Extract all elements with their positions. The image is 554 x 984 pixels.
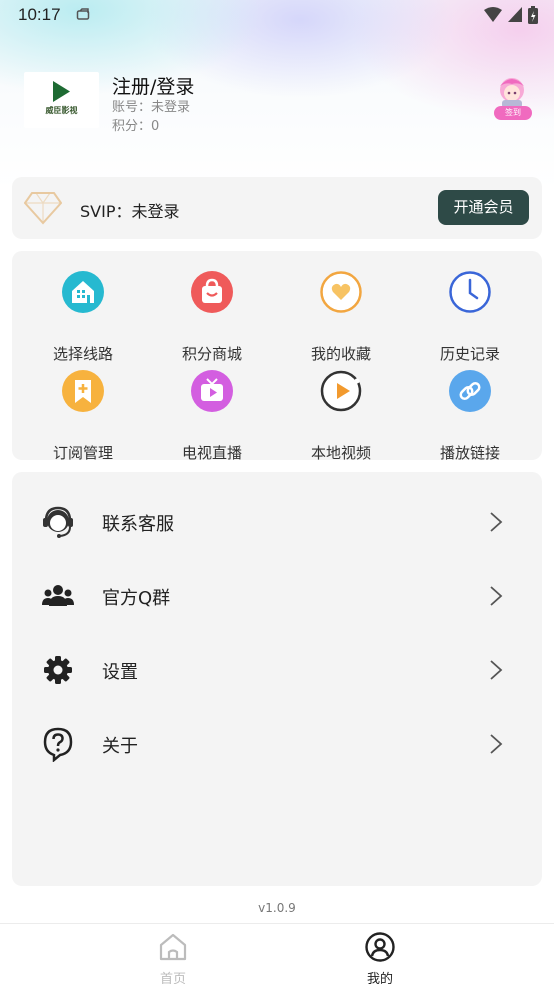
tab-mine[interactable]: 我的 [340, 930, 420, 984]
mascot-icon [500, 78, 524, 108]
status-time: 10:17 [18, 5, 61, 24]
settings-list: 联系客服 官方Q群 设置 关于 [12, 472, 542, 886]
login-link[interactable]: 注册/登录 [112, 72, 194, 99]
gear-icon [44, 656, 72, 684]
bookmark-plus-icon [62, 370, 104, 412]
play-circle-icon [320, 370, 362, 412]
play-logo-icon [53, 81, 70, 102]
chevron-right-icon [490, 512, 503, 532]
tv-icon [191, 370, 233, 412]
svip-card: SVIP：未登录 开通会员 [12, 177, 542, 239]
account-text: 账号：未登录 [112, 100, 191, 115]
chevron-right-icon [490, 660, 503, 680]
profile-header[interactable]: 威臣影视 注册/登录 账号：未登录 积分：0 签到 [24, 72, 534, 134]
grid-item-favorites[interactable]: 我的收藏 [281, 271, 401, 363]
grid-item-history[interactable]: 历史记录 [410, 271, 530, 363]
grid-item-subscriptions[interactable]: 订阅管理 [23, 370, 143, 462]
status-bar: 10:17 [0, 0, 554, 32]
diamond-icon [24, 192, 62, 225]
app-logo: 威臣影视 [24, 72, 99, 128]
chevron-right-icon [490, 586, 503, 606]
heart-icon [320, 271, 362, 313]
battery-icon [528, 6, 538, 24]
grid-item-shop[interactable]: 积分商城 [152, 271, 272, 363]
grid-item-route[interactable]: 选择线路 [23, 271, 143, 363]
menu-item-settings[interactable]: 设置 [12, 640, 542, 700]
wifi-icon [484, 7, 502, 22]
question-icon [43, 727, 73, 762]
open-membership-button[interactable]: 开通会员 [438, 190, 529, 225]
menu-item-about[interactable]: 关于 [12, 714, 542, 774]
sign-in-button[interactable]: 签到 [490, 74, 534, 124]
profile-icon [365, 932, 395, 962]
grid-item-play-link[interactable]: 播放链接 [410, 370, 530, 462]
bottom-nav: 首页 我的 [0, 923, 554, 984]
menu-item-customer-service[interactable]: 联系客服 [12, 492, 542, 552]
tab-home-label: 首页 [159, 972, 186, 984]
route-icon [62, 271, 104, 313]
points-text: 积分：0 [112, 119, 160, 134]
feature-grid: 选择线路 积分商城 我的收藏 历史记录 订阅管理 电视直播 本地视频 播放链接 [12, 251, 542, 462]
grid-item-live-tv[interactable]: 电视直播 [152, 370, 272, 462]
group-icon [42, 585, 74, 606]
notification-icon [76, 8, 90, 20]
menu-item-qq-group[interactable]: 官方Q群 [12, 566, 542, 626]
cellular-icon [508, 7, 522, 22]
shop-bag-icon [191, 271, 233, 313]
version-text: v1.0.9 [258, 901, 296, 915]
home-icon [159, 933, 187, 961]
clock-icon [449, 271, 491, 313]
chevron-right-icon [490, 734, 503, 754]
link-icon [449, 370, 491, 412]
tab-home[interactable]: 首页 [133, 930, 213, 984]
sign-in-label: 签到 [494, 106, 532, 120]
grid-item-local-video[interactable]: 本地视频 [281, 370, 401, 462]
tab-mine-label: 我的 [366, 972, 393, 984]
headset-icon [43, 506, 73, 538]
svip-status: SVIP：未登录 [80, 202, 180, 221]
